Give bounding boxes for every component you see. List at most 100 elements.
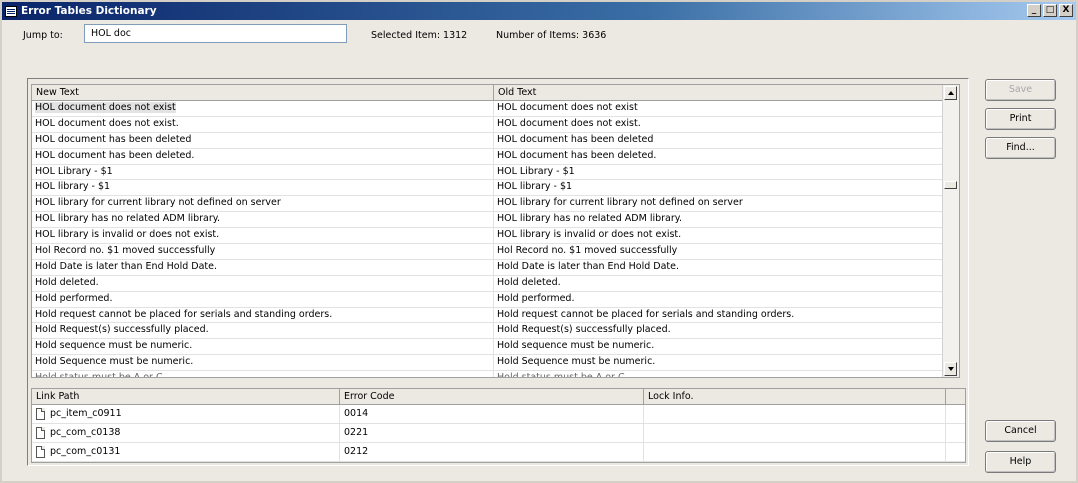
cell-text: 0221 [344, 427, 369, 438]
new-text-cell: HOL library for current library not defi… [32, 196, 494, 212]
window-title: Error Tables Dictionary [21, 5, 157, 17]
table-row[interactable]: Hold Sequence must be numeric. Hold Seque… [32, 355, 945, 372]
table-row[interactable]: pc_com_c0131 0212 [32, 443, 965, 462]
table-row[interactable]: HOL document has been deleted HOL documen… [32, 132, 945, 149]
old-text-cell: HOL library has no related ADM library. [494, 212, 945, 228]
help-button[interactable]: Help [985, 451, 1056, 473]
close-button[interactable]: X [1059, 4, 1073, 17]
cell-text: Hold Date is later than End Hold Date. [497, 260, 679, 272]
cell-text: HOL document does not exist [35, 102, 176, 113]
table-row[interactable]: HOL document does not exist HOL document … [32, 101, 945, 117]
cell-text: Hold Sequence must be numeric. [35, 356, 194, 368]
maximize-button[interactable]: □ [1043, 4, 1057, 17]
table-row[interactable]: HOL Library - $1 HOL Library - $1 [32, 164, 945, 181]
new-text-cell: HOL document does not exist. [32, 116, 494, 132]
vertical-scrollbar[interactable] [942, 85, 959, 377]
cell-text: HOL document has been deleted. [35, 149, 195, 161]
old-text-cell: Hold deleted. [494, 275, 945, 291]
cell-text: Hold request cannot be placed for serial… [35, 308, 333, 320]
cell-text: HOL library for current library not defi… [497, 197, 743, 209]
document-icon [36, 408, 45, 420]
new-text-cell: HOL library - $1 [32, 180, 494, 196]
column-header-old-text[interactable]: Old Text [494, 85, 945, 100]
number-of-items-label: Number of Items: 3636 [496, 30, 607, 41]
old-text-cell: HOL library is invalid or does not exist… [494, 228, 945, 244]
new-text-cell: Hold Date is later than End Hold Date. [32, 259, 494, 275]
table-row[interactable]: HOL document does not exist. HOL document… [32, 116, 945, 133]
cell-text: Hold request cannot be placed for serial… [497, 308, 795, 320]
error-text-table-header: New Text Old Text [32, 85, 945, 101]
table-row[interactable]: Hold performed. Hold performed. [32, 291, 945, 308]
lock-info-cell [644, 424, 946, 442]
cell-text: HOL document does not exist. [35, 117, 179, 129]
old-text-cell: Hold Sequence must be numeric. [494, 355, 945, 371]
scroll-up-button[interactable] [944, 86, 957, 100]
old-text-cell: HOL library for current library not defi… [494, 196, 945, 212]
minimize-button[interactable]: _ [1027, 4, 1041, 17]
new-text-cell: Hold deleted. [32, 275, 494, 291]
title-bar: Error Tables Dictionary _ □ X [2, 2, 1076, 20]
document-icon [36, 427, 45, 439]
cell-text: Hold Sequence must be numeric. [497, 356, 656, 368]
table-row[interactable]: Hold deleted. Hold deleted. [32, 275, 945, 292]
cell-text: Hold Date is later than End Hold Date. [35, 260, 217, 272]
cell-text: pc_com_c0138 [50, 427, 121, 438]
old-text-cell: Hold Date is later than End Hold Date. [494, 259, 945, 275]
cell-text: Hold deleted. [35, 276, 99, 288]
cell-text: Hold performed. [497, 292, 575, 304]
new-text-cell: Hold request cannot be placed for serial… [32, 307, 494, 323]
link-path-rows: pc_item_c0911 0014 pc_com_c0138 0221 pc_com_… [32, 405, 965, 462]
new-text-cell: Hol Record no. $1 moved successfully [32, 244, 494, 259]
error-text-rows: HOL document does not exist HOL document … [32, 101, 945, 378]
document-icon [36, 446, 45, 458]
old-text-cell: HOL document has been deleted [494, 132, 945, 148]
table-row[interactable]: Hold Request(s) successfully placed. Hold… [32, 323, 945, 340]
cell-text: HOL document has been deleted [35, 133, 192, 145]
print-button[interactable]: Print [985, 108, 1056, 130]
error-code-cell: 0221 [340, 424, 644, 442]
table-row[interactable]: Hold Date is later than End Hold Date. Ho… [32, 259, 945, 276]
new-text-cell: Hold Sequence must be numeric. [32, 355, 494, 371]
column-header-lock-info[interactable]: Lock Info. [644, 389, 946, 404]
find-button[interactable]: Find... [985, 137, 1056, 159]
column-header-new-text[interactable]: New Text [32, 85, 494, 100]
cell-text: 0014 [344, 408, 369, 419]
table-row[interactable]: HOL document has been deleted. HOL docume… [32, 148, 945, 165]
cell-text: Hol Record no. $1 moved successfully [35, 245, 216, 257]
new-text-cell: Hold Request(s) successfully placed. [32, 323, 494, 339]
column-header-error-code[interactable]: Error Code [340, 389, 644, 404]
table-row[interactable]: HOL library for current library not defi… [32, 196, 945, 213]
old-text-cell: HOL document does not exist. [494, 116, 945, 132]
save-button[interactable]: Save [985, 79, 1056, 101]
new-text-cell: HOL document does not exist [32, 101, 494, 116]
table-row[interactable]: Hold status must be A or C Hold status mu… [32, 371, 945, 378]
cell-text: Hold sequence must be numeric. [497, 340, 655, 352]
table-row[interactable]: HOL library - $1 HOL library - $1 [32, 180, 945, 197]
new-text-cell: Hold status must be A or C [32, 371, 494, 378]
scroll-down-button[interactable] [944, 362, 957, 376]
column-header-link-path[interactable]: Link Path [32, 389, 340, 404]
scroll-thumb[interactable] [944, 181, 957, 189]
table-row[interactable]: pc_item_c0911 0014 [32, 405, 965, 424]
cell-text: HOL document does not exist. [497, 117, 641, 129]
cancel-button[interactable]: Cancel [985, 420, 1056, 442]
table-row[interactable]: Hol Record no. $1 moved successfully Hol … [32, 244, 945, 260]
new-text-cell: HOL document has been deleted [32, 132, 494, 148]
cell-text: HOL library has no related ADM library. [497, 213, 683, 225]
cell-text: HOL Library - $1 [35, 165, 113, 177]
link-path-cell: pc_com_c0131 [32, 443, 340, 461]
new-text-cell: HOL library has no related ADM library. [32, 212, 494, 228]
cell-text: Hold status must be A or C [35, 372, 163, 378]
table-row[interactable]: pc_com_c0138 0221 [32, 424, 965, 443]
jump-to-input[interactable] [84, 24, 347, 43]
link-path-table-header: Link Path Error Code Lock Info. [32, 389, 965, 405]
cell-text: HOL library is invalid or does not exist… [497, 229, 682, 241]
new-text-cell: Hold sequence must be numeric. [32, 339, 494, 355]
table-row[interactable]: HOL library is invalid or does not exist… [32, 228, 945, 245]
table-row[interactable]: HOL library has no related ADM library. H… [32, 212, 945, 229]
table-row[interactable]: Hold request cannot be placed for serial… [32, 307, 945, 324]
old-text-cell: Hold sequence must be numeric. [494, 339, 945, 355]
cell-text: Hold sequence must be numeric. [35, 340, 193, 352]
table-row[interactable]: Hold sequence must be numeric. Hold seque… [32, 339, 945, 356]
cell-text: Hold deleted. [497, 276, 561, 288]
